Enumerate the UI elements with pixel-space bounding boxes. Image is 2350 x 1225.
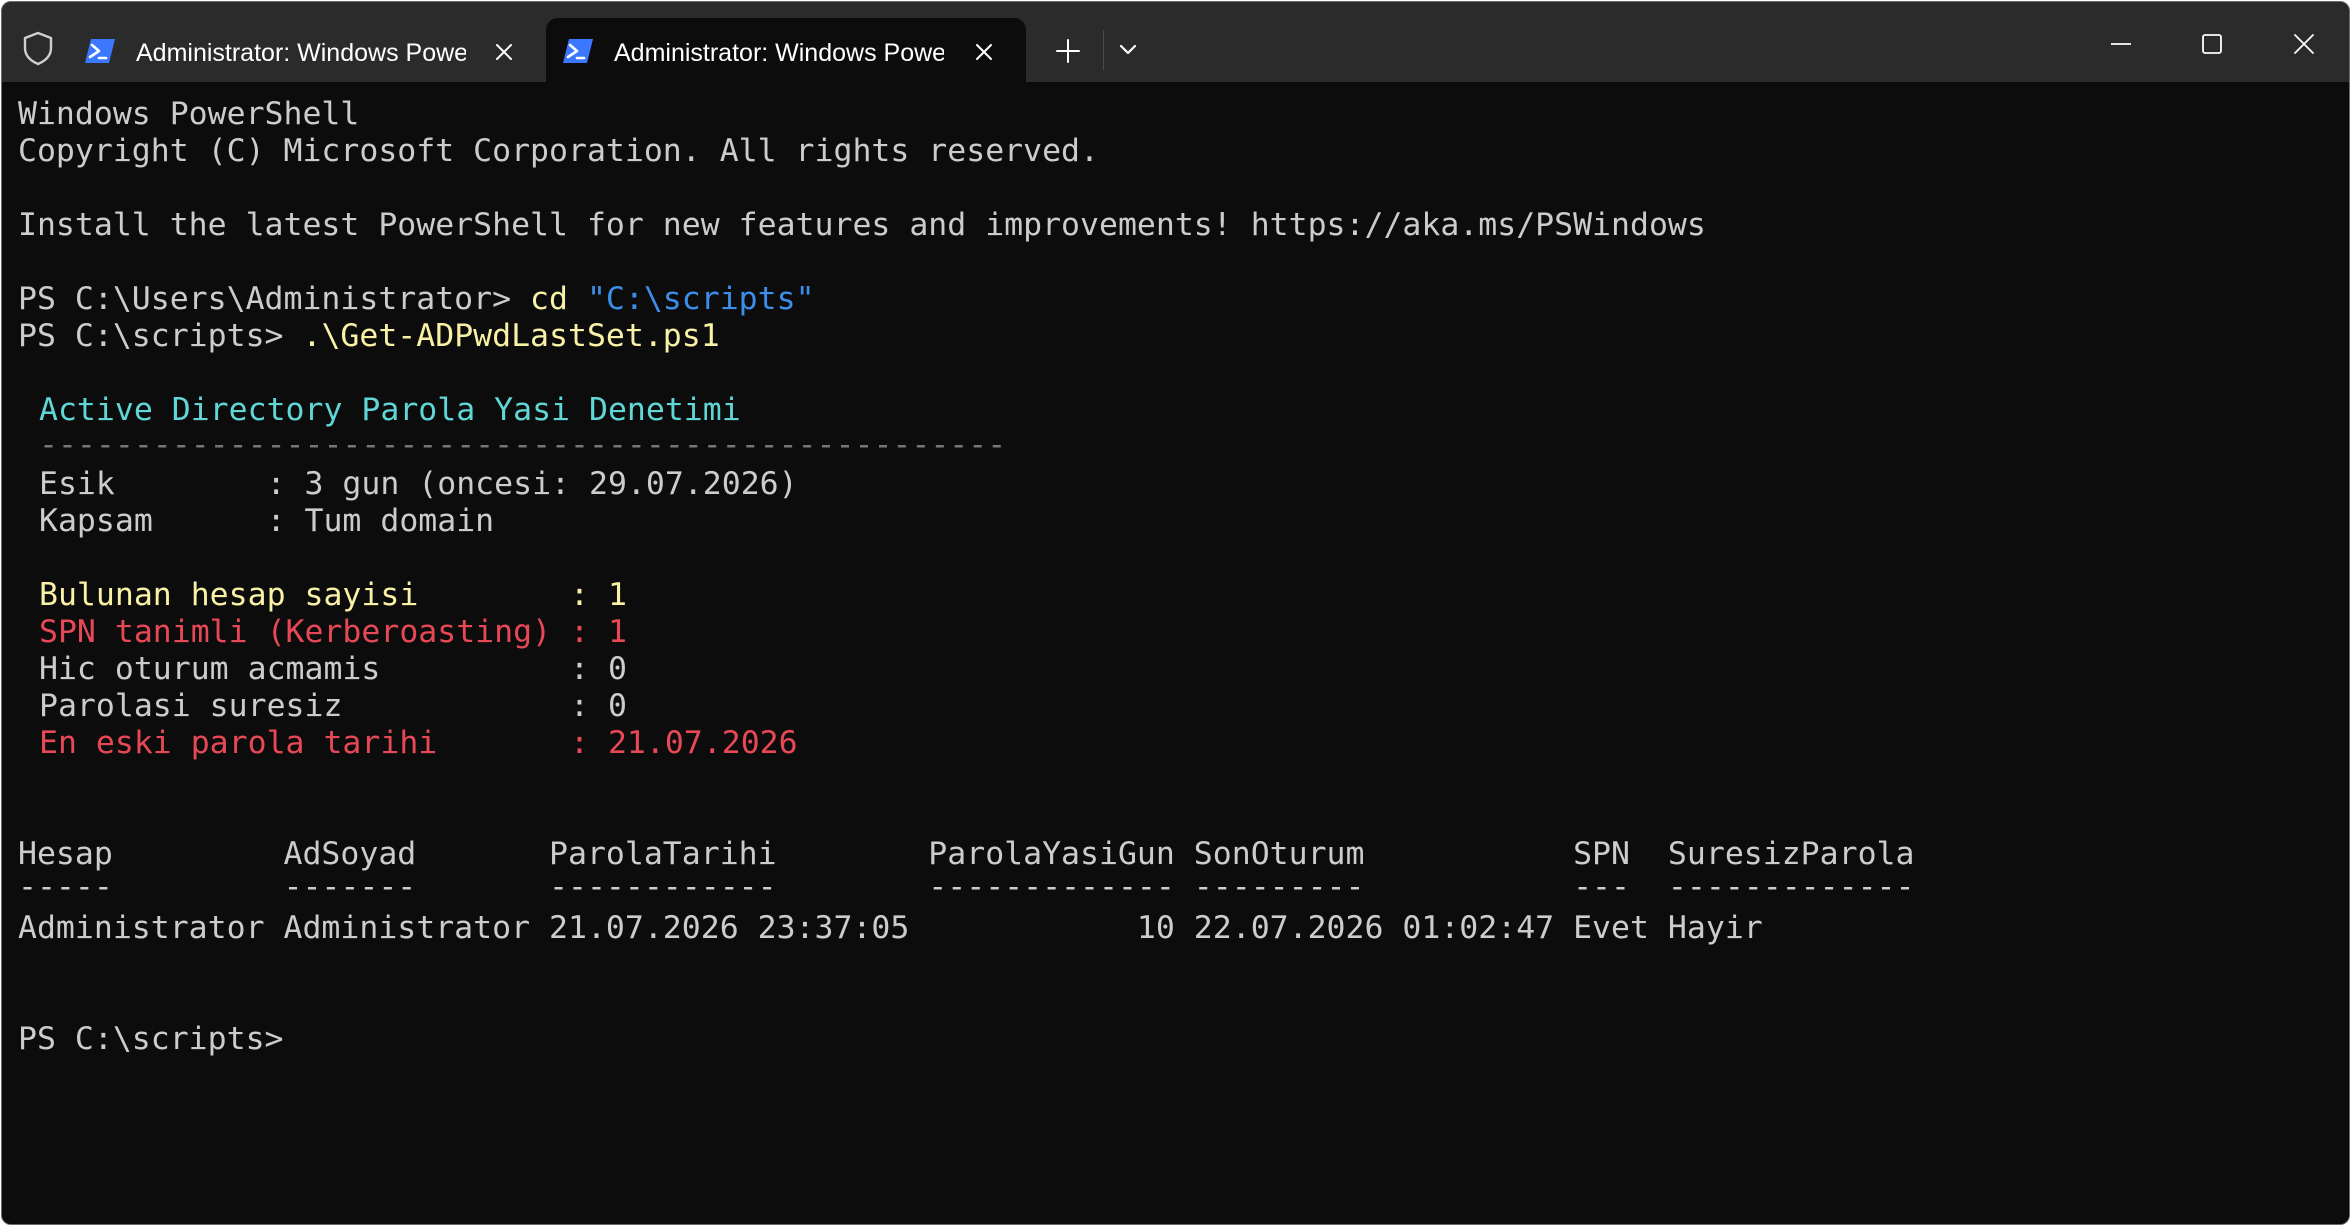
- threshold-line: Esik : 3 gun (oncesi: 29.07.2026): [39, 466, 798, 502]
- close-tab-icon[interactable]: [492, 40, 516, 64]
- table-underline: ----- ------- ------------ -------------…: [18, 869, 1915, 905]
- command-name: cd: [530, 281, 568, 317]
- tab-title: Administrator: Windows PowerShell: [136, 39, 466, 67]
- table-row: Administrator Administrator 21.07.2026 2…: [18, 910, 1763, 946]
- new-tab-plus-icon[interactable]: [1052, 35, 1084, 67]
- close-tab-icon[interactable]: [972, 40, 996, 64]
- close-window-icon[interactable]: [2282, 22, 2326, 66]
- table-header: Hesap AdSoyad ParolaTarihi ParolaYasiGun…: [18, 836, 1915, 872]
- maximize-icon[interactable]: [2190, 22, 2234, 66]
- scope-line: Kapsam : Tum domain: [39, 503, 495, 539]
- spn-line: SPN tanimli (Kerberoasting) : 1: [39, 614, 627, 650]
- shield-icon: [23, 31, 53, 66]
- no-expiry-line: Parolasi suresiz : 0: [39, 688, 627, 724]
- chevron-down-icon[interactable]: [1116, 40, 1140, 60]
- report-title: Active Directory Parola Yasi Denetimi: [39, 392, 741, 428]
- title-bar: Administrator: Windows PowerShell Admini…: [2, 2, 2349, 82]
- found-accounts-line: Bulunan hesap sayisi : 1: [39, 577, 627, 613]
- report-divider: ----------------------------------------…: [39, 427, 1007, 463]
- tab-powershell-1[interactable]: Administrator: Windows PowerShell: [68, 18, 538, 82]
- prompt: PS C:\Users\Administrator>: [18, 281, 531, 317]
- never-logon-line: Hic oturum acmamis : 0: [39, 651, 627, 687]
- powershell-icon: [563, 39, 593, 63]
- banner-install: Install the latest PowerShell for new fe…: [18, 207, 1706, 243]
- command-line-cd: PS C:\Users\Administrator> cd "C:\script…: [18, 281, 815, 318]
- banner-title: Windows PowerShell: [18, 96, 360, 132]
- powershell-icon: [85, 39, 115, 63]
- command-name: .\Get-ADPwdLastSet.ps1: [302, 318, 720, 354]
- banner-copyright: Copyright (C) Microsoft Corporation. All…: [18, 133, 1099, 169]
- prompt: PS C:\scripts>: [18, 318, 303, 354]
- final-prompt[interactable]: PS C:\scripts>: [18, 1021, 284, 1058]
- command-line-script: PS C:\scripts> .\Get-ADPwdLastSet.ps1: [18, 318, 720, 355]
- tab-title: Administrator: Windows PowerShell: [614, 39, 944, 67]
- terminal-window: Administrator: Windows PowerShell Admini…: [1, 1, 2350, 1225]
- terminal-output[interactable]: Windows PowerShell Copyright (C) Microso…: [2, 82, 2349, 1224]
- titlebar-divider: [1103, 30, 1104, 70]
- command-argument: "C:\scripts": [586, 281, 815, 317]
- tab-powershell-2[interactable]: Administrator: Windows PowerShell: [546, 18, 1026, 82]
- minimize-icon[interactable]: [2099, 22, 2143, 66]
- oldest-password-line: En eski parola tarihi : 21.07.2026: [39, 725, 798, 761]
